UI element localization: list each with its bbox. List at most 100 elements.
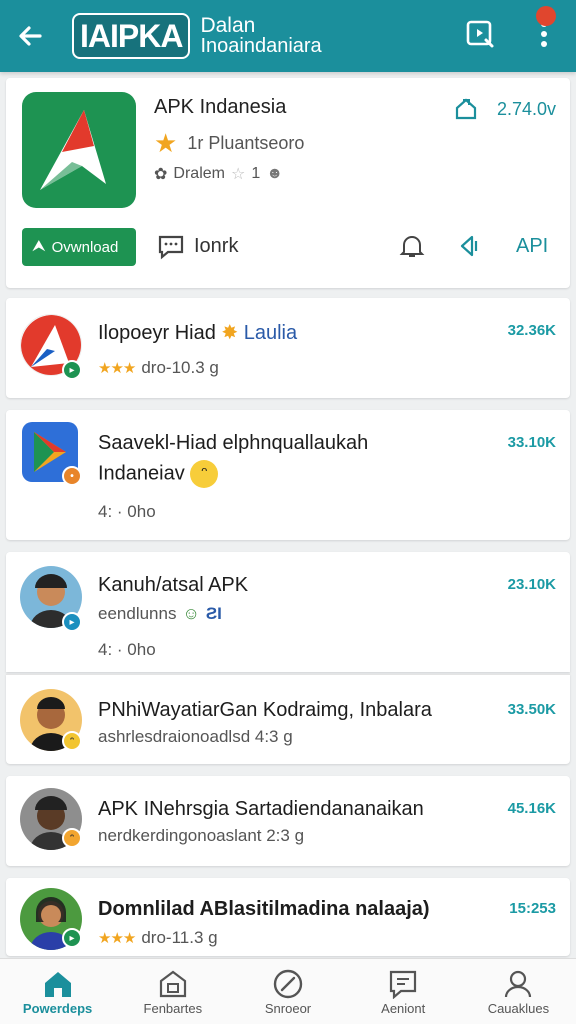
share-button[interactable] <box>458 228 486 264</box>
item-meta: nerdkerdingonoaslant 2:3 g <box>98 826 305 845</box>
subtitle-line-1: Dalan <box>200 14 256 37</box>
featured-version: 2.74.0v <box>496 98 556 119</box>
item-title-line2: Indaneiav <box>98 462 185 485</box>
item-title: Saavekl-Hiad elphnquallaukah <box>98 432 369 454</box>
item-subtitle: ★★★ dro-11.3 g <box>98 928 218 948</box>
nav-item-profile[interactable]: Cauaklues <box>461 959 576 1024</box>
list-item[interactable]: ᵔ APK INehrsgia Sartadiendananaikan nerd… <box>6 776 570 866</box>
api-button[interactable]: API <box>516 228 548 264</box>
comment-button[interactable]: Ionrk <box>156 228 238 264</box>
emoji-badge-icon: ᵔ <box>62 731 82 751</box>
list-item[interactable]: • Saavekl-Hiad elphnquallaukah Indaneiav… <box>6 410 570 540</box>
comment-label: Ionrk <box>194 234 239 257</box>
update-badge-icon: • <box>62 466 82 486</box>
bell-icon <box>399 236 425 257</box>
bottom-navigation: Powerdeps Fenbartes Snroeor Aeniont Caua… <box>0 958 576 1024</box>
bookmark-home-icon[interactable] <box>453 96 479 122</box>
featured-rating: ★ 1r Pluantseoro <box>154 128 304 159</box>
chat-icon <box>390 970 417 999</box>
nav-label: Snroeor <box>264 1001 312 1016</box>
meta-count: 1 <box>251 165 261 182</box>
more-menu-button[interactable] <box>522 6 566 56</box>
symbol-icon: ƧI <box>205 604 222 623</box>
download-logo-icon: ⮝ <box>32 238 46 255</box>
subtitle-line-2: Inoaindaniara <box>200 35 322 57</box>
back-button[interactable] <box>0 0 60 72</box>
featured-app-icon[interactable] <box>22 92 136 208</box>
apk-logo-icon <box>40 110 106 190</box>
item-size: 45.16K <box>507 800 556 817</box>
download-label: Ovwnload <box>51 238 119 256</box>
list-item[interactable]: ᵔ PNhiWayatiarGan Kodraimg, Inbalara ash… <box>6 674 570 764</box>
item-meta: 4: · 0ho <box>98 502 156 521</box>
app-header: IAIPKA Dalan Inoaindaniara <box>0 0 576 72</box>
item-size: 33.50K <box>507 701 556 718</box>
item-title: APK INehrsgia Sartadiendananaikan <box>98 798 424 820</box>
featured-title: APK Indanesia <box>154 96 287 118</box>
item-meta: dro-10.3 g <box>141 358 219 377</box>
item-meta: 4: · 0ho <box>98 640 156 659</box>
rating-stars: ★★★ <box>98 930 136 947</box>
item-title: Kanuh/atsal APK <box>98 574 249 596</box>
list-item[interactable]: ▸ Kanuh/atsal APK eendlunns ☺ ƧI 4: · 0ho… <box>6 552 570 672</box>
featured-meta: ✿ Dralem ☆ 1 ☻ <box>154 164 283 184</box>
item-meta: dro-11.3 g <box>141 928 218 947</box>
verified-badge-icon: ▸ <box>62 612 82 632</box>
fire-emoji-icon: ✸ <box>221 322 239 344</box>
nav-item-chat[interactable]: Aeniont <box>346 959 461 1024</box>
item-meta: ashrlesdraionoadlsd 4:3 g <box>98 727 293 746</box>
nav-item-store[interactable]: Fenbartes <box>115 959 230 1024</box>
notify-button[interactable] <box>398 228 426 264</box>
comment-icon <box>158 235 184 260</box>
list-item[interactable]: ▸ Domnlilad ABlasitilmadina nalaaja) ★★★… <box>6 878 570 956</box>
notification-dot <box>536 6 556 26</box>
item-size: 33.10K <box>507 434 556 451</box>
star-icon: ★ <box>154 128 178 158</box>
item-size: 15:253 <box>509 900 556 917</box>
item-title: Domnlilad ABlasitilmadina nalaaja) <box>98 898 430 920</box>
compass-icon <box>273 969 303 999</box>
item-title-line2-row: Indaneiav ᵔ <box>98 460 219 488</box>
download-button[interactable]: ⮝ Ovwnload <box>22 228 136 266</box>
search-icon <box>466 20 494 48</box>
share-icon <box>460 235 478 257</box>
item-title-row: Ilopoeyr Hiad ✸ Laulia <box>98 320 297 345</box>
smile-emoji-icon: ᵔ <box>190 460 219 488</box>
item-size: 32.36K <box>507 322 556 339</box>
nav-item-explore[interactable]: Snroeor <box>230 959 345 1024</box>
rating-stars: ★★★ <box>98 360 136 377</box>
rating-text: 1r Pluantseoro <box>187 133 305 153</box>
profile-icon <box>505 970 532 998</box>
search-button[interactable] <box>458 12 502 56</box>
item-title: Ilopoeyr Hiad <box>98 322 216 344</box>
nav-item-home[interactable]: Powerdeps <box>0 959 115 1024</box>
nav-label: Powerdeps <box>22 1001 93 1016</box>
meta-text: Dralem <box>173 165 225 182</box>
item-subtitle-row: eendlunns ☺ ƧI <box>98 604 222 624</box>
featured-version-row: 2.74.0v <box>453 96 556 122</box>
nav-label: Fenbartes <box>143 1001 203 1016</box>
emoji-icons: ☺ <box>182 604 200 623</box>
logo-text: IAIPKA <box>80 17 183 54</box>
verified-badge-icon: ▸ <box>62 928 82 948</box>
verified-badge-icon: ▸ <box>62 360 82 380</box>
emoji-icon: ☻ <box>266 165 284 182</box>
item-subtitle-line: eendlunns <box>98 604 177 623</box>
featured-app-card[interactable]: APK Indanesia 2.74.0v ★ 1r Pluantseoro ✿… <box>6 78 570 288</box>
item-size: 23.10K <box>507 576 556 593</box>
emoji-badge-icon: ᵔ <box>62 828 82 848</box>
back-arrow-icon <box>19 26 42 46</box>
nav-label: Aeniont <box>381 1001 426 1016</box>
nav-label: Cauaklues <box>487 1001 550 1016</box>
app-logo[interactable]: IAIPKA <box>72 13 191 59</box>
list-item[interactable]: ▸ Ilopoeyr Hiad ✸ Laulia ★★★ dro-10.3 g … <box>6 298 570 398</box>
star-outline-icon: ☆ <box>230 166 246 183</box>
header-subtitle: Dalan Inoaindaniara <box>200 14 322 57</box>
item-title-suffix: Laulia <box>243 322 298 344</box>
item-subtitle: ★★★ dro-10.3 g <box>98 358 219 378</box>
home-icon <box>44 972 71 997</box>
puzzle-icon: ✿ <box>154 166 168 183</box>
item-title: PNhiWayatiarGan Kodraimg, Inbalara <box>98 699 432 721</box>
store-icon <box>159 970 186 998</box>
api-label: API <box>516 234 549 257</box>
